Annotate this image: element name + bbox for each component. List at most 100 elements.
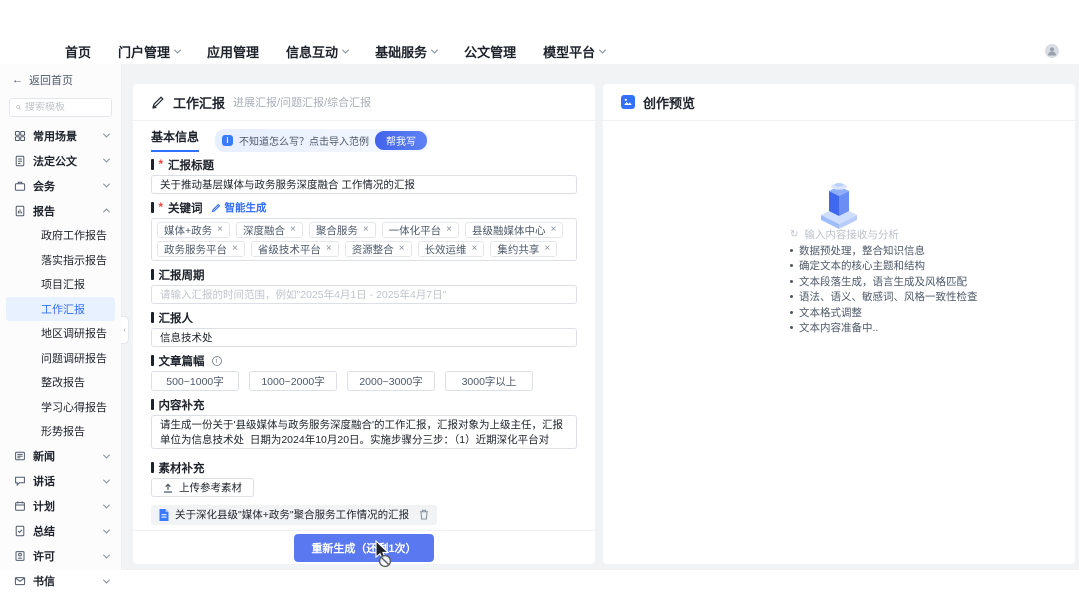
chevron-down-icon (103, 131, 110, 138)
remove-tag-icon[interactable]: × (544, 244, 550, 254)
nav-item-model-platform[interactable]: 模型平台 (543, 42, 605, 61)
user-avatar[interactable] (1045, 44, 1059, 58)
remove-tag-icon[interactable]: × (232, 244, 238, 254)
import-example-banner[interactable]: i 不知道怎么写？点击导入范例 帮我写 (215, 129, 430, 152)
briefcase-icon (14, 180, 26, 192)
chevron-down-icon (103, 551, 110, 558)
nav-item-info-interaction[interactable]: 信息互动 (286, 42, 348, 61)
report-title-input[interactable] (151, 175, 577, 194)
keyword-tag[interactable]: 县级融媒体中心× (465, 222, 563, 238)
chevron-down-icon (103, 181, 110, 188)
nav-item-document-mgmt[interactable]: 公文管理 (464, 42, 516, 61)
nav-item-app-mgmt[interactable]: 应用管理 (207, 42, 259, 61)
sidebar-item-learning-report[interactable]: 学习心得报告 (6, 395, 115, 420)
step-item: 文本格式调整 (790, 305, 978, 321)
help-me-write-button[interactable]: 帮我写 (375, 131, 427, 150)
keyword-tag[interactable]: 深度融合× (236, 222, 303, 238)
remove-tag-icon[interactable]: × (446, 225, 452, 235)
keyword-tag[interactable]: 聚合服务× (309, 222, 376, 238)
uploaded-file-chip[interactable]: 关于深化县级"媒体+政务"聚合服务工作情况的汇报 (151, 505, 437, 525)
step-item: 文本段落生成，语言生成及风格匹配 (790, 274, 978, 290)
tab-basic-info[interactable]: 基本信息 (151, 128, 199, 152)
keyword-tag[interactable]: 媒体+政务× (157, 222, 230, 238)
regenerate-button[interactable]: 重新生成（还剩1次） (294, 534, 433, 562)
sidebar-group-reports[interactable]: 报告 (0, 198, 121, 223)
remove-tag-icon[interactable]: × (363, 225, 369, 235)
chevron-down-icon (174, 46, 181, 53)
keyword-tag[interactable]: 一体化平台× (382, 222, 459, 238)
nav-item-basic-services[interactable]: 基础服务 (375, 42, 437, 61)
info-circle-icon: i (212, 356, 222, 366)
sidebar-item-government-work-report[interactable]: 政府工作报告 (6, 223, 115, 248)
form-card-header: 工作汇报 进展汇报/问题汇报/综合汇报 (133, 84, 595, 121)
length-option-3000-plus[interactable]: 3000字以上 (445, 371, 533, 391)
sidebar-item-project-report[interactable]: 项目汇报 (6, 272, 115, 297)
sidebar-item-regional-research-report[interactable]: 地区调研报告 (6, 321, 115, 346)
keyword-tag[interactable]: 政务服务平台× (157, 241, 245, 257)
report-period-input[interactable] (151, 285, 577, 304)
info-icon: i (222, 135, 233, 146)
remove-tag-icon[interactable]: × (290, 225, 296, 235)
search-input[interactable] (25, 102, 105, 113)
chevron-down-icon (103, 451, 110, 458)
sidebar-item-issue-research-report[interactable]: 问题调研报告 (6, 346, 115, 371)
upload-reference-material-button[interactable]: 上传参考素材 (151, 478, 254, 497)
search-icon (16, 103, 21, 112)
article-length-label: 文章篇幅 i (151, 354, 577, 367)
bullet-icon (790, 249, 793, 252)
grid-icon (14, 130, 26, 142)
sidebar-group-legal-docs[interactable]: 法定公文 (0, 148, 121, 173)
delete-icon[interactable] (419, 509, 429, 520)
step-item: 语法、语义、敏感词、风格一致性检查 (790, 289, 978, 305)
report-icon (14, 205, 26, 217)
chevron-down-icon (103, 476, 110, 483)
bullet-icon (790, 311, 793, 314)
remove-tag-icon[interactable]: × (472, 244, 478, 254)
preview-icon (621, 95, 635, 109)
step-item: 确定文本的核心主题和结构 (790, 258, 978, 274)
nav-item-home[interactable]: 首页 (65, 42, 91, 61)
check-document-icon (14, 525, 26, 537)
smart-generate-link[interactable]: 智能生成 (211, 200, 266, 215)
remove-tag-icon[interactable]: × (399, 244, 405, 254)
preview-title: 创作预览 (643, 93, 695, 112)
keyword-tag[interactable]: 资源整合× (345, 241, 412, 257)
keywords-tags-box[interactable]: 媒体+政务× 深度融合× 聚合服务× 一体化平台× 县级融媒体中心× 政务服务平… (151, 218, 577, 261)
template-search[interactable] (9, 98, 112, 117)
bullet-icon (790, 326, 793, 329)
template-sidebar: ← 返回首页 常用场景 法定公文 会务 报告 (0, 64, 122, 570)
sidebar-group-plans[interactable]: 计划 (0, 494, 121, 519)
sidebar-group-letters[interactable]: 书信 (0, 569, 121, 594)
sidebar-group-permits[interactable]: 许可 (0, 544, 121, 569)
bullet-icon (790, 264, 793, 267)
sidebar-group-speeches[interactable]: 讲话 (0, 469, 121, 494)
back-arrow-icon: ← (12, 74, 23, 86)
content-supplement-textarea[interactable]: 请生成一份关于'县级媒体与政务服务深度融合'的工作汇报，汇报对象为上级主任，汇报… (151, 415, 577, 449)
sidebar-group-news[interactable]: 新闻 (0, 444, 121, 469)
keyword-tag[interactable]: 省级技术平台× (251, 241, 339, 257)
sidebar-item-work-report[interactable]: 工作汇报 (6, 297, 115, 322)
sidebar-item-situation-report[interactable]: 形势报告 (6, 419, 115, 444)
keyword-tag[interactable]: 集约共享× (490, 241, 557, 257)
remove-tag-icon[interactable]: × (217, 225, 223, 235)
step-item: 文本内容准备中.. (790, 320, 978, 336)
length-option-1000-2000[interactable]: 1000~2000字 (249, 371, 337, 391)
nav-item-portal-mgmt[interactable]: 门户管理 (118, 42, 180, 61)
sidebar-group-summaries[interactable]: 总结 (0, 519, 121, 544)
sidebar-collapse-handle[interactable]: ‹ (121, 316, 129, 344)
remove-tag-icon[interactable]: × (326, 244, 332, 254)
sidebar-item-rectification-report[interactable]: 整改报告 (6, 370, 115, 395)
mail-icon (14, 575, 26, 587)
sidebar-group-common-scenes[interactable]: 常用场景 (0, 123, 121, 148)
keyword-tag[interactable]: 长效运维× (418, 241, 485, 257)
sidebar-group-meetings[interactable]: 会务 (0, 173, 121, 198)
length-option-2000-3000[interactable]: 2000~3000字 (347, 371, 435, 391)
reporter-input[interactable] (151, 328, 577, 347)
back-to-home[interactable]: ← 返回首页 (0, 64, 121, 90)
remove-tag-icon[interactable]: × (551, 225, 557, 235)
length-option-500-1000[interactable]: 500~1000字 (151, 371, 239, 391)
sidebar-item-implementation-report[interactable]: 落实指示报告 (6, 248, 115, 273)
chevron-down-icon (103, 156, 110, 163)
chevron-down-icon (431, 46, 438, 53)
generation-steps: ↻ 输入内容接收与分析 数据预处理，整合知识信息 确定文本的核心主题和结构 文本… (790, 227, 978, 336)
